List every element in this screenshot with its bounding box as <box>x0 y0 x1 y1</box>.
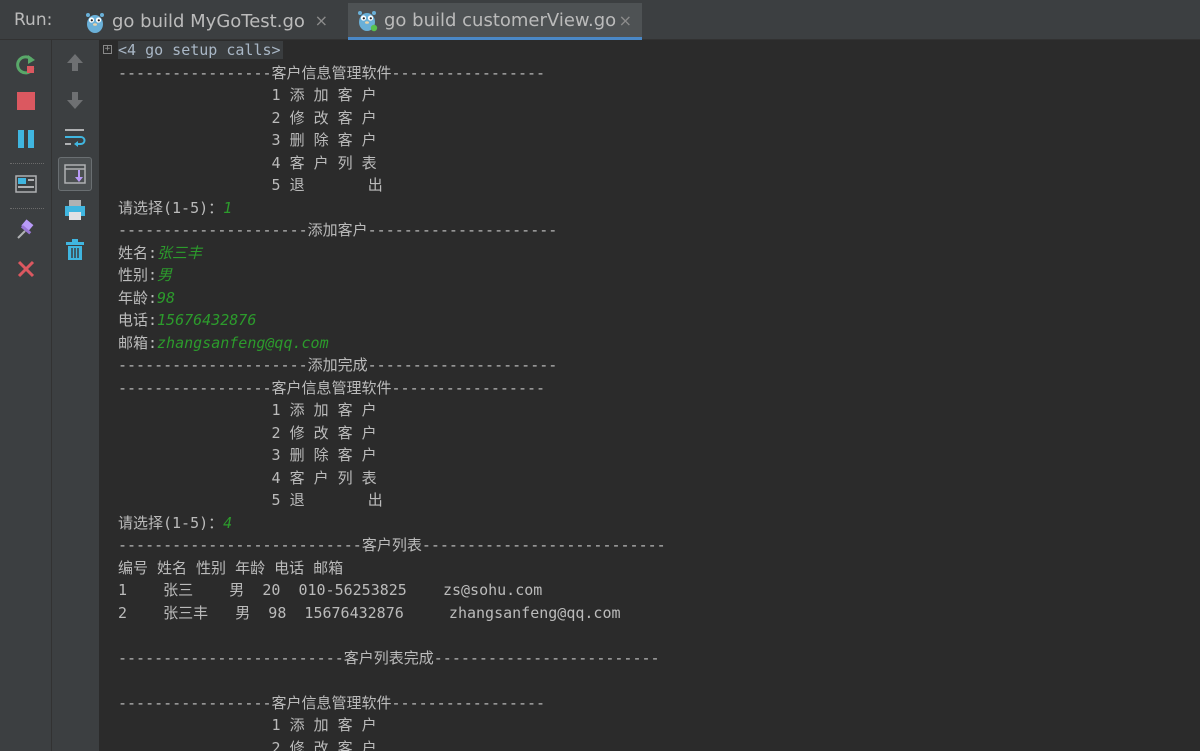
console-line: 姓名:张三丰 <box>118 243 202 263</box>
user-input: 男 <box>157 266 173 284</box>
stop-button[interactable] <box>13 88 39 114</box>
user-input: 98 <box>157 289 176 307</box>
tab-mygotest[interactable]: go build MyGoTest.go × <box>76 3 338 40</box>
console-line: 电话:15676432876 <box>118 310 256 330</box>
rerun-button[interactable] <box>13 52 39 78</box>
console-line: 年龄:98 <box>118 288 175 308</box>
folded-setup-calls[interactable]: <4 go setup calls> <box>118 41 283 59</box>
console-line: 2 修 改 客 户 <box>118 424 377 442</box>
console-line: ---------------------添加客户---------------… <box>118 221 558 239</box>
down-arrow-icon <box>67 92 83 109</box>
scroll-to-end-icon <box>64 164 86 184</box>
soft-wrap-button[interactable] <box>62 124 88 150</box>
close-run-button[interactable] <box>13 256 39 282</box>
console-line: 性别:男 <box>118 265 172 285</box>
console-line: 4 客 户 列 表 <box>118 469 377 487</box>
console-line: 2 张三丰 男 98 15676432876 zhangsanfeng@qq.c… <box>118 604 621 622</box>
console-line: 3 删 除 客 户 <box>118 131 377 149</box>
print-button[interactable] <box>62 197 88 223</box>
restore-layout-icon <box>15 175 37 193</box>
gopher-icon <box>86 12 104 33</box>
print-icon <box>65 200 85 220</box>
prompt-text: 性别: <box>118 266 158 284</box>
console-line: ---------------------添加完成---------------… <box>118 356 558 374</box>
run-toolbar-primary <box>0 40 52 751</box>
clear-all-button[interactable] <box>62 237 88 263</box>
prompt-text: 电话: <box>118 311 158 329</box>
pin-icon <box>17 219 34 239</box>
user-input: 1 <box>223 199 233 217</box>
console-line: 5 退 出 <box>118 491 383 509</box>
tab-customerview[interactable]: go build customerView.go × <box>348 3 642 40</box>
prompt-text: 姓名: <box>118 244 158 262</box>
expand-fold-icon[interactable]: + <box>103 45 112 54</box>
stop-icon <box>17 92 35 110</box>
console-line: -------------------------客户列表完成---------… <box>118 649 660 667</box>
console-output[interactable]: + <4 go setup calls> -----------------客户… <box>100 40 1200 751</box>
tab-label: go build MyGoTest.go <box>112 11 305 32</box>
user-input: 15676432876 <box>157 311 257 329</box>
console-line: 5 退 出 <box>118 176 383 194</box>
toolbar-separator <box>10 208 44 209</box>
scroll-to-end-button[interactable] <box>58 157 92 191</box>
console-line: 1 添 加 客 户 <box>118 716 377 734</box>
tab-label: go build customerView.go <box>384 9 617 31</box>
console-line: 邮箱:zhangsanfeng@qq.com <box>118 333 329 353</box>
console-line: 2 修 改 客 户 <box>118 109 377 127</box>
console-line: -----------------客户信息管理软件---------------… <box>118 64 546 82</box>
close-tab-icon[interactable]: × <box>619 11 632 30</box>
next-occurrence-button[interactable] <box>62 87 88 113</box>
user-input: 4 <box>223 514 233 532</box>
console-line: 1 添 加 客 户 <box>118 86 377 104</box>
prompt-text: 请选择(1-5)： <box>118 199 224 217</box>
console-line: 请选择(1-5)：1 <box>118 198 232 218</box>
console-line: 4 客 户 列 表 <box>118 154 377 172</box>
prompt-text: 邮箱: <box>118 334 158 352</box>
prompt-text: 年龄: <box>118 289 158 307</box>
soft-wrap-icon <box>65 129 86 147</box>
console-line: ---------------------------客户列表---------… <box>118 536 666 554</box>
run-toolbar-secondary <box>52 40 100 751</box>
close-tab-icon[interactable]: × <box>315 11 328 30</box>
restore-layout-button[interactable] <box>13 171 39 197</box>
trash-icon <box>66 239 84 260</box>
user-input: zhangsanfeng@qq.com <box>157 334 329 352</box>
previous-occurrence-button[interactable] <box>62 50 88 76</box>
pin-tab-button[interactable] <box>13 217 39 243</box>
pause-icon <box>18 130 34 148</box>
run-tab-bar: Run: go build MyGoTest.go × go build cus… <box>0 0 1200 40</box>
console-line: 请选择(1-5)：4 <box>118 513 232 533</box>
console-line: 1 张三 男 20 010-56253825 zs@sohu.com <box>118 581 543 599</box>
console-line: -----------------客户信息管理软件---------------… <box>118 379 546 397</box>
toolbar-separator <box>10 163 44 164</box>
gopher-icon <box>358 11 378 32</box>
close-icon <box>17 260 35 278</box>
run-label: Run: <box>14 10 53 30</box>
console-line: 3 删 除 客 户 <box>118 446 377 464</box>
console-line: 编号 姓名 性别 年龄 电话 邮箱 <box>118 559 344 577</box>
console-line: <4 go setup calls> <box>118 40 283 60</box>
prompt-text: 请选择(1-5)： <box>118 514 224 532</box>
console-line: 1 添 加 客 户 <box>118 401 377 419</box>
console-line: 2 修 改 客 户 <box>118 739 377 751</box>
rerun-icon <box>16 55 35 75</box>
up-arrow-icon <box>67 54 83 71</box>
console-line: -----------------客户信息管理软件---------------… <box>118 694 546 712</box>
user-input: 张三丰 <box>157 244 203 262</box>
pause-button[interactable] <box>13 126 39 152</box>
